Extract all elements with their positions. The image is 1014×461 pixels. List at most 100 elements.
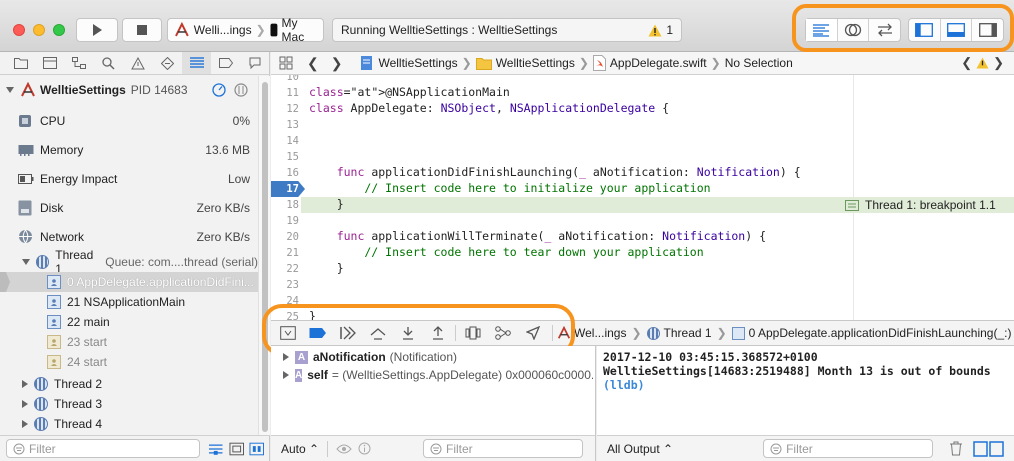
stop-button[interactable] (122, 18, 162, 42)
info-icon[interactable] (358, 442, 371, 455)
back-arrow-icon[interactable]: ❮ (307, 55, 319, 72)
next-issue-icon[interactable]: ❯ (993, 55, 1004, 71)
scheme-selector[interactable]: Welli...ings ❯ My Mac (167, 16, 324, 44)
gauge-row-energy-impact[interactable]: Energy Impact Low (0, 164, 258, 193)
gauge-icon[interactable] (212, 83, 226, 97)
variables-footer: Auto ⌃ Filter (271, 435, 595, 461)
debug-path-target[interactable]: Wel...ings (574, 326, 626, 340)
zoom-window-button[interactable] (53, 24, 65, 36)
warning-icon (648, 24, 662, 36)
tab-reports[interactable] (241, 52, 270, 74)
stack-frame-row[interactable]: 23 start (0, 332, 258, 352)
code-line: func applicationWillTerminate(_ aNotific… (336, 229, 767, 243)
console-filter-input[interactable]: Filter (763, 439, 934, 458)
scrollbar-thumb[interactable] (262, 82, 268, 432)
split-console-icon[interactable] (973, 440, 1005, 457)
trash-icon[interactable] (949, 441, 963, 456)
navigator-filter-input[interactable]: Filter (6, 439, 200, 458)
forward-arrow-icon[interactable]: ❯ (331, 55, 343, 72)
tab-project[interactable] (6, 52, 35, 74)
line-number: 23 (286, 279, 299, 291)
warning-icon[interactable] (976, 57, 989, 69)
run-button[interactable] (76, 18, 118, 42)
thread-icon (34, 397, 48, 411)
console-view[interactable]: 2017-12-10 03:45:15.368572+0100 WelltieS… (597, 346, 1014, 461)
app-target-icon (175, 22, 189, 37)
tab-debug[interactable] (181, 52, 212, 74)
thread-name: Thread 2 (54, 377, 103, 391)
thread-row-3[interactable]: Thread 3 (0, 394, 258, 414)
line-number: 17 (286, 183, 299, 195)
stack-frame-icon (731, 326, 745, 340)
tab-symbols[interactable] (65, 52, 94, 74)
folder-icon (13, 58, 28, 69)
tab-issues[interactable] (123, 52, 152, 74)
breadcrumb-project[interactable]: WelltieSettings (360, 55, 458, 71)
stack-frame-label: 21 NSApplicationMain (67, 295, 186, 309)
previous-issue-icon[interactable]: ❮ (961, 55, 972, 71)
variable-row[interactable]: Aself = (WelltieSettings.AppDelegate) 0x0… (283, 366, 593, 384)
variables-scope-select[interactable]: Auto ⌃ (281, 442, 319, 456)
output-scope-select[interactable]: All Output ⌃ (607, 442, 673, 456)
tab-find[interactable] (94, 52, 123, 74)
disclosure-triangle-icon[interactable] (283, 353, 289, 361)
stack-frame-icon (47, 315, 61, 329)
filter-icon (430, 443, 442, 454)
line-number: 22 (286, 263, 299, 275)
stack-frame-icon (47, 295, 61, 309)
breadcrumb-project-label: WelltieSettings (378, 56, 458, 70)
breadcrumb-file[interactable]: AppDelegate.swift (592, 55, 707, 71)
jump-bar: ❮ ❯ WelltieSettings ❯ WelltieSettings ❯ … (271, 52, 1014, 75)
stack-frame-row[interactable]: 21 NSApplicationMain (0, 292, 258, 312)
thread-row-1[interactable]: Thread 1 Queue: com....thread (serial) (0, 248, 258, 276)
gauge-row-memory[interactable]: Memory 13.6 MB (0, 135, 258, 164)
gauge-row-cpu[interactable]: CPU 0% (0, 106, 258, 135)
thread-icon (34, 417, 48, 431)
disclosure-triangle-icon[interactable] (22, 420, 28, 428)
navigator-scrollbar[interactable] (258, 76, 270, 435)
gauge-row-disk[interactable]: Disk Zero KB/s (0, 193, 258, 222)
breadcrumb-selection[interactable]: No Selection (725, 56, 793, 70)
code-line: func applicationDidFinishLaunching(_ aNo… (336, 165, 801, 179)
variable-row[interactable]: AaNotification (Notification) (283, 348, 593, 366)
navigator-filter-bar: Filter (0, 435, 270, 461)
breadcrumb-group[interactable]: WelltieSettings (475, 56, 575, 70)
disclosure-triangle-icon[interactable] (22, 400, 28, 408)
stack-frame-row[interactable]: 0 AppDelegate.applicationDidFini... (0, 272, 258, 292)
filter-crashed-threads-icon[interactable] (208, 442, 223, 456)
variables-filter-input[interactable]: Filter (423, 439, 583, 458)
minimize-window-button[interactable] (33, 24, 45, 36)
related-items-icon[interactable] (279, 56, 293, 70)
disclosure-triangle-icon[interactable] (22, 380, 28, 388)
breakpoint-nav-icon (218, 58, 233, 68)
process-row[interactable]: WelltieSettings PID 14683 (0, 80, 258, 100)
tab-source-control[interactable] (35, 52, 64, 74)
tab-breakpoints[interactable] (211, 52, 240, 74)
disclosure-triangle-icon[interactable] (283, 371, 289, 379)
annotation-label: Thread 1: breakpoint 1.1 (865, 198, 996, 212)
debug-path-frame[interactable]: 0 AppDelegate.applicationDidFinishLaunch… (749, 326, 1012, 340)
stack-frame-row[interactable]: 22 main (0, 312, 258, 332)
source-control-icon (42, 57, 57, 69)
source-editor[interactable]: 10 11 class="at">@NSApplicationMain 12 class… (271, 75, 1014, 320)
warning-indicator[interactable]: 1 (648, 23, 673, 37)
thread-row-4[interactable]: Thread 4 (0, 414, 258, 434)
gauge-row-network[interactable]: Network Zero KB/s (0, 222, 258, 251)
debug-navigator-icon (189, 57, 204, 68)
stack-frame-row[interactable]: 24 start (0, 352, 258, 372)
close-window-button[interactable] (13, 24, 25, 36)
gauge-label: CPU (40, 113, 66, 128)
thread-row-2[interactable]: Thread 2 (0, 374, 258, 394)
tab-tests[interactable] (153, 52, 182, 74)
show-frames-icon[interactable] (249, 442, 264, 456)
disclosure-triangle-icon[interactable] (6, 87, 14, 93)
debug-path-thread[interactable]: Thread 1 (664, 326, 712, 340)
threads-view-icon[interactable] (234, 83, 248, 97)
code-line: } (309, 261, 344, 275)
quick-look-icon[interactable] (336, 443, 352, 455)
disclosure-triangle-icon[interactable] (22, 259, 30, 265)
thread-annotation[interactable]: Thread 1: breakpoint 1.1 (843, 197, 996, 213)
gauge-value: Zero KB/s (196, 200, 250, 215)
activity-viewer: Running WelltieSettings : WelltieSetting… (332, 18, 682, 42)
filter-frames-icon[interactable] (229, 442, 245, 456)
